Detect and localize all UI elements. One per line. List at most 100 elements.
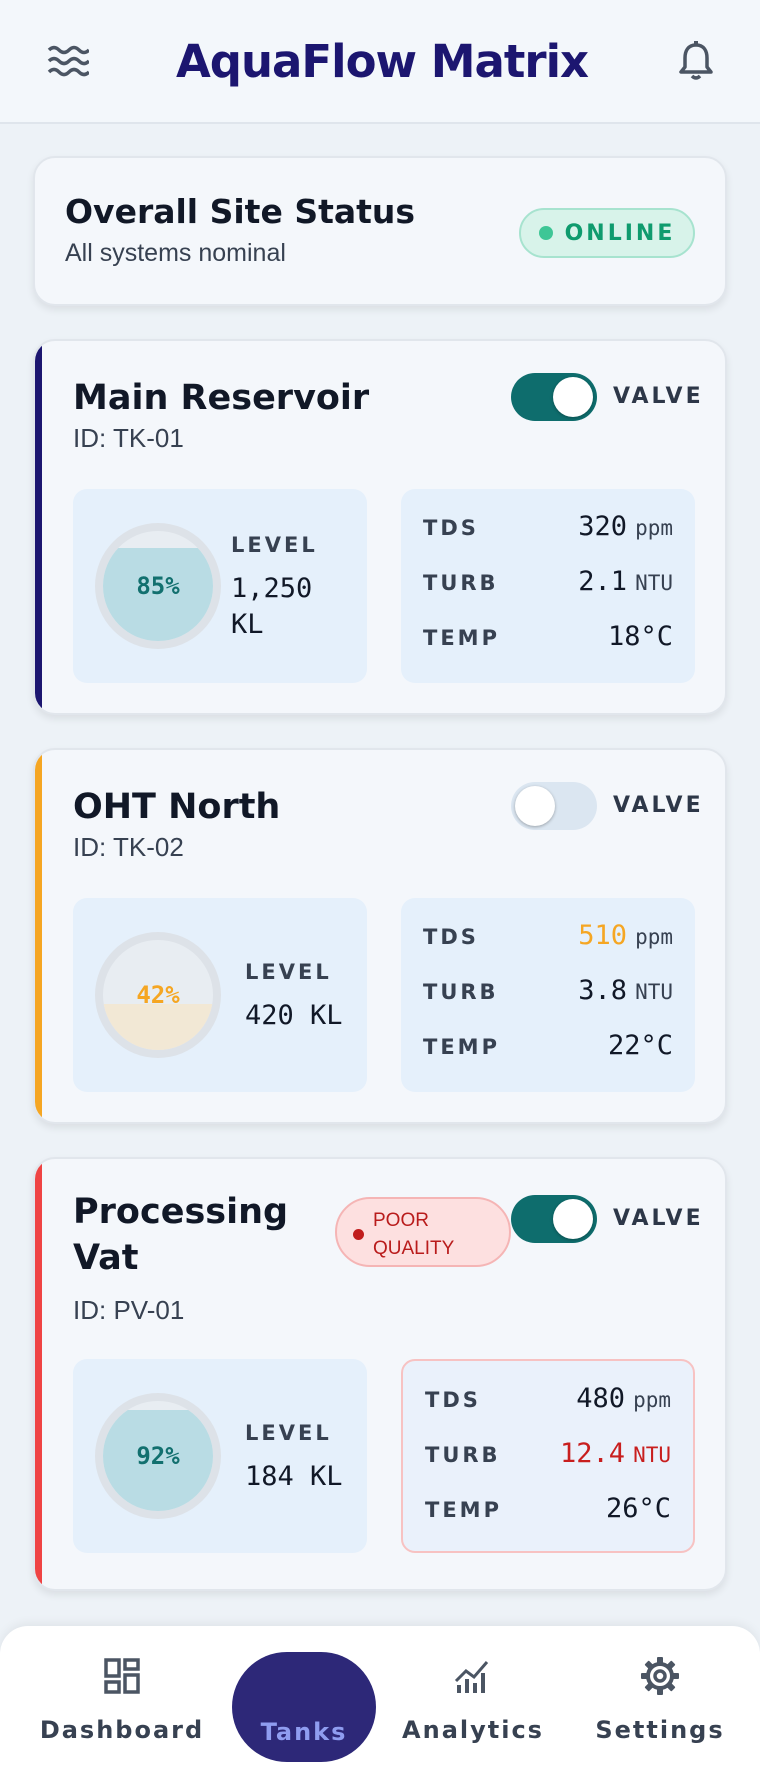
nav-analytics[interactable]: Analytics (398, 1654, 548, 1744)
metric-row-tds: TDS 510 ppm (423, 920, 673, 960)
tank-id: ID: TK-02 (73, 832, 184, 862)
bottom-navigation: Dashboard Tanks Analytics Settings (0, 1626, 760, 1778)
nav-label: Dashboard (39, 1716, 205, 1744)
tank-accent-bar (35, 1159, 42, 1589)
nav-settings[interactable]: Settings (585, 1654, 735, 1744)
metric-label: TDS (423, 516, 479, 540)
metric-label: TDS (423, 925, 479, 949)
metric-label: TDS (425, 1388, 481, 1412)
valve-toggle[interactable] (511, 1195, 597, 1243)
valve-label: VALVE (613, 793, 704, 818)
menu-button[interactable] (44, 37, 92, 85)
metric-value: 26°C (605, 1493, 671, 1524)
level-gauge: 92% (95, 1393, 221, 1519)
poor-quality-badge: POOR QUALITY (335, 1197, 511, 1267)
status-badge-label: ONLINE (564, 220, 676, 246)
level-gauge: 85% (95, 523, 221, 649)
app-title: AquaFlow Matrix (175, 34, 589, 88)
tank-accent-bar (35, 341, 42, 713)
valve-toggle[interactable] (511, 782, 597, 830)
metric-row-tds: TDS 480 ppm (425, 1383, 671, 1423)
tank-card-processing-vat[interactable]: Processing Vat ID: PV-01 POOR QUALITY VA… (33, 1157, 727, 1591)
nav-label: Analytics (402, 1716, 544, 1744)
tank-name-line: Vat (73, 1238, 139, 1278)
metrics-panel-alert: TDS 480 ppm TURB 12.4 NTU TEMP 26°C (401, 1359, 695, 1553)
badge-line: QUALITY (373, 1238, 455, 1259)
toggle-knob (515, 786, 555, 826)
metric-label: TURB (423, 980, 499, 1004)
metric-unit: ppm (633, 1388, 671, 1412)
metric-unit: NTU (635, 571, 673, 595)
toggle-knob (553, 1199, 593, 1239)
dashboard-icon (100, 1654, 144, 1698)
metric-row-tds: TDS 320 ppm (423, 511, 673, 551)
metric-value: 320 (578, 511, 628, 542)
level-value: 420 KL (245, 1000, 343, 1031)
tank-id: ID: TK-01 (73, 423, 184, 453)
waves-icon (47, 45, 89, 77)
status-dot (538, 226, 553, 240)
metric-row-turb: TURB 2.1 NTU (423, 566, 673, 606)
tank-name: Main Reservoir (73, 378, 370, 418)
app-header: AquaFlow Matrix (0, 0, 760, 124)
bell-icon (679, 41, 713, 80)
metric-label: TEMP (425, 1498, 502, 1522)
tank-card-oht-north[interactable]: OHT North ID: TK-02 VALVE 42% LEVEL 420 … (33, 748, 727, 1124)
tank-id: ID: PV-01 (73, 1295, 185, 1325)
valve-toggle[interactable] (511, 373, 597, 421)
status-badge: ONLINE (519, 208, 695, 258)
metric-value: 18°C (607, 621, 673, 652)
alert-dot (353, 1229, 364, 1240)
metrics-panel: TDS 510 ppm TURB 3.8 NTU TEMP 22°C (401, 898, 695, 1092)
metric-value: 22°C (607, 1030, 673, 1061)
metric-value: 12.4 (560, 1438, 626, 1469)
level-value: 1,250 KL (231, 573, 313, 640)
metric-row-temp: TEMP 26°C (425, 1493, 671, 1533)
metric-label: TURB (423, 571, 499, 595)
metric-value: 3.8 (578, 975, 628, 1006)
metric-row-turb: TURB 12.4 NTU (425, 1438, 671, 1478)
metric-unit: NTU (635, 980, 673, 1004)
tank-card-main-reservoir[interactable]: Main Reservoir ID: TK-01 VALVE 85% LEVEL… (33, 339, 727, 715)
metric-row-temp: TEMP 18°C (423, 621, 673, 661)
metric-value: 480 (576, 1383, 626, 1414)
level-label: LEVEL (245, 960, 332, 984)
site-status-card: Overall Site Status All systems nominal … (33, 156, 727, 306)
nav-dashboard[interactable]: Dashboard (40, 1654, 202, 1744)
metric-unit: ppm (635, 516, 673, 540)
metric-value: 2.1 (578, 566, 628, 597)
gear-icon (638, 1654, 682, 1698)
toggle-knob (553, 377, 593, 417)
level-panel: 42% LEVEL 420 KL (73, 898, 367, 1092)
level-panel: 92% LEVEL 184 KL (73, 1359, 367, 1553)
level-label: LEVEL (231, 533, 318, 557)
tank-name-line: Processing (73, 1192, 289, 1232)
gauge-percent: 42% (136, 981, 180, 1009)
valve-label: VALVE (613, 1206, 704, 1231)
metric-value: 510 (578, 920, 628, 951)
metrics-panel: TDS 320 ppm TURB 2.1 NTU TEMP 18°C (401, 489, 695, 683)
metric-row-temp: TEMP 22°C (423, 1030, 673, 1070)
metric-label: TEMP (423, 626, 500, 650)
metric-unit: NTU (633, 1443, 671, 1467)
nav-label: Settings (595, 1716, 725, 1744)
metric-unit: ppm (635, 925, 673, 949)
valve-label: VALVE (613, 384, 704, 409)
metric-row-turb: TURB 3.8 NTU (423, 975, 673, 1015)
tank-name: Processing Vat (73, 1189, 288, 1281)
metric-label: TEMP (423, 1035, 500, 1059)
notifications-button[interactable] (672, 37, 720, 85)
level-label: LEVEL (245, 1421, 332, 1445)
level-value: 184 KL (245, 1461, 343, 1492)
level-gauge: 42% (95, 932, 221, 1058)
level-panel: 85% LEVEL 1,250 KL (73, 489, 367, 683)
tank-accent-bar (35, 750, 42, 1122)
nav-tanks[interactable]: Tanks (232, 1652, 376, 1762)
gauge-percent: 85% (136, 572, 180, 600)
badge-line: POOR (373, 1210, 429, 1231)
gauge-percent: 92% (136, 1442, 180, 1470)
analytics-icon (451, 1654, 495, 1698)
metric-label: TURB (425, 1443, 501, 1467)
nav-label: Tanks (260, 1718, 348, 1746)
tank-name: OHT North (73, 787, 281, 827)
